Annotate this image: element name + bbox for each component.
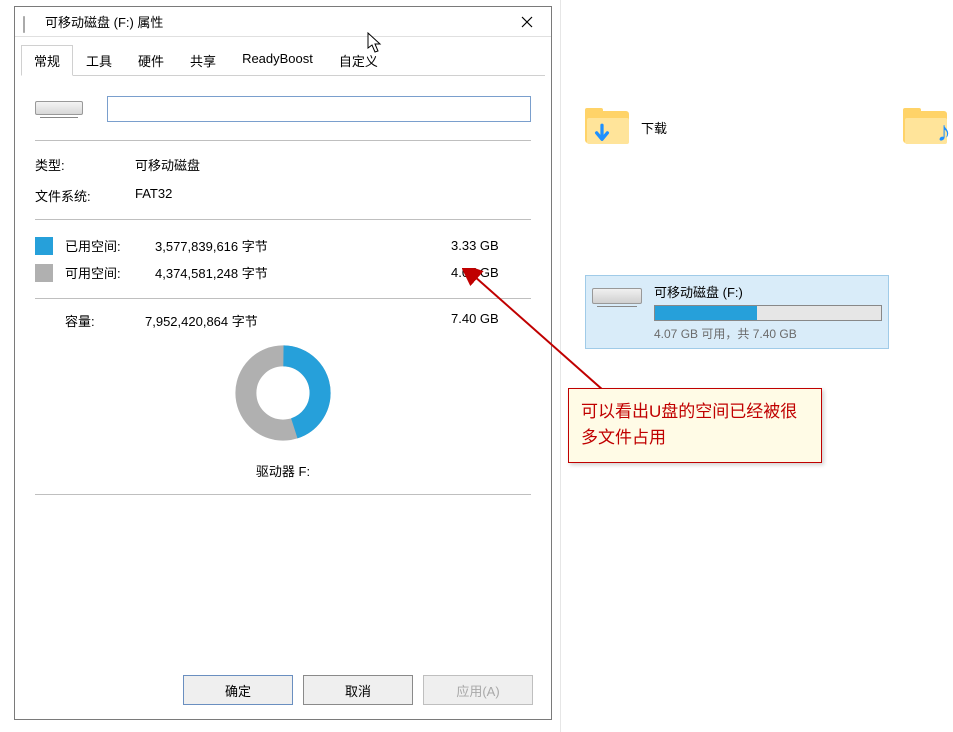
capacity-text: 4.07 GB 可用，共 7.40 GB xyxy=(654,321,882,342)
capacity-bar xyxy=(654,305,882,321)
tab-tools[interactable]: 工具 xyxy=(73,45,125,76)
removable-drive-item[interactable]: 可移动磁盘 (F:) 4.07 GB 可用，共 7.40 GB xyxy=(585,275,889,349)
capacity-label: 容量: xyxy=(35,311,145,330)
free-gb: 4.07 GB xyxy=(451,265,531,280)
drive-icon-large xyxy=(35,101,83,118)
drive-icon xyxy=(23,17,39,27)
used-gb: 3.33 GB xyxy=(451,238,531,253)
ok-button[interactable]: 确定 xyxy=(183,675,293,705)
music-note-icon: ♪ xyxy=(937,116,951,148)
folder-icon: ♪ xyxy=(903,108,947,146)
free-space-row: 可用空间: 4,374,581,248 字节 4.07 GB xyxy=(35,259,531,286)
capacity-bytes: 7,952,420,864 字节 xyxy=(145,311,451,330)
explorer-pane: 下载 ♪ 可移动磁盘 (F:) 4.07 GB 可用，共 7.40 GB xyxy=(560,0,953,732)
used-bytes: 3,577,839,616 字节 xyxy=(155,236,441,255)
folder-icon xyxy=(585,108,629,146)
downloads-folder[interactable]: 下载 xyxy=(585,108,667,146)
callout-text: 可以看出U盘的空间已经被很多文件占用 xyxy=(581,402,797,447)
usage-donut-chart xyxy=(234,344,332,442)
music-folder[interactable]: ♪ xyxy=(903,108,947,146)
tab-strip: 常规 工具 硬件 共享 ReadyBoost 自定义 xyxy=(15,37,551,76)
window-title: 可移动磁盘 (F:) 属性 xyxy=(45,12,505,31)
volume-label-input[interactable] xyxy=(107,96,531,122)
free-label: 可用空间: xyxy=(65,263,145,282)
close-button[interactable] xyxy=(505,8,549,36)
tab-readyboost[interactable]: ReadyBoost xyxy=(229,45,326,76)
titlebar[interactable]: 可移动磁盘 (F:) 属性 xyxy=(15,7,551,37)
used-space-row: 已用空间: 3,577,839,616 字节 3.33 GB xyxy=(35,232,531,259)
cancel-button[interactable]: 取消 xyxy=(303,675,413,705)
drive-letter-label: 驱动器 F: xyxy=(35,451,531,494)
free-swatch-icon xyxy=(35,264,53,282)
properties-dialog: 可移动磁盘 (F:) 属性 常规 工具 硬件 共享 ReadyBoost 自定义… xyxy=(14,6,552,720)
tab-sharing[interactable]: 共享 xyxy=(177,45,229,76)
filesystem-label: 文件系统: xyxy=(35,186,135,205)
type-value: 可移动磁盘 xyxy=(135,155,531,174)
tab-customize[interactable]: 自定义 xyxy=(326,45,391,76)
used-swatch-icon xyxy=(35,237,53,255)
type-label: 类型: xyxy=(35,155,135,174)
filesystem-value: FAT32 xyxy=(135,186,531,205)
tab-content: 类型: 可移动磁盘 文件系统: FAT32 已用空间: 3,577,839,61… xyxy=(15,76,551,495)
tab-general[interactable]: 常规 xyxy=(21,45,73,76)
drive-name: 可移动磁盘 (F:) xyxy=(654,282,882,305)
apply-button: 应用(A) xyxy=(423,675,533,705)
capacity-fill xyxy=(655,306,757,320)
tab-hardware[interactable]: 硬件 xyxy=(125,45,177,76)
capacity-gb: 7.40 GB xyxy=(451,311,531,330)
annotation-callout: 可以看出U盘的空间已经被很多文件占用 xyxy=(568,388,822,463)
downloads-label: 下载 xyxy=(641,118,667,137)
used-label: 已用空间: xyxy=(65,236,145,255)
drive-icon xyxy=(592,282,642,342)
free-bytes: 4,374,581,248 字节 xyxy=(155,263,441,282)
